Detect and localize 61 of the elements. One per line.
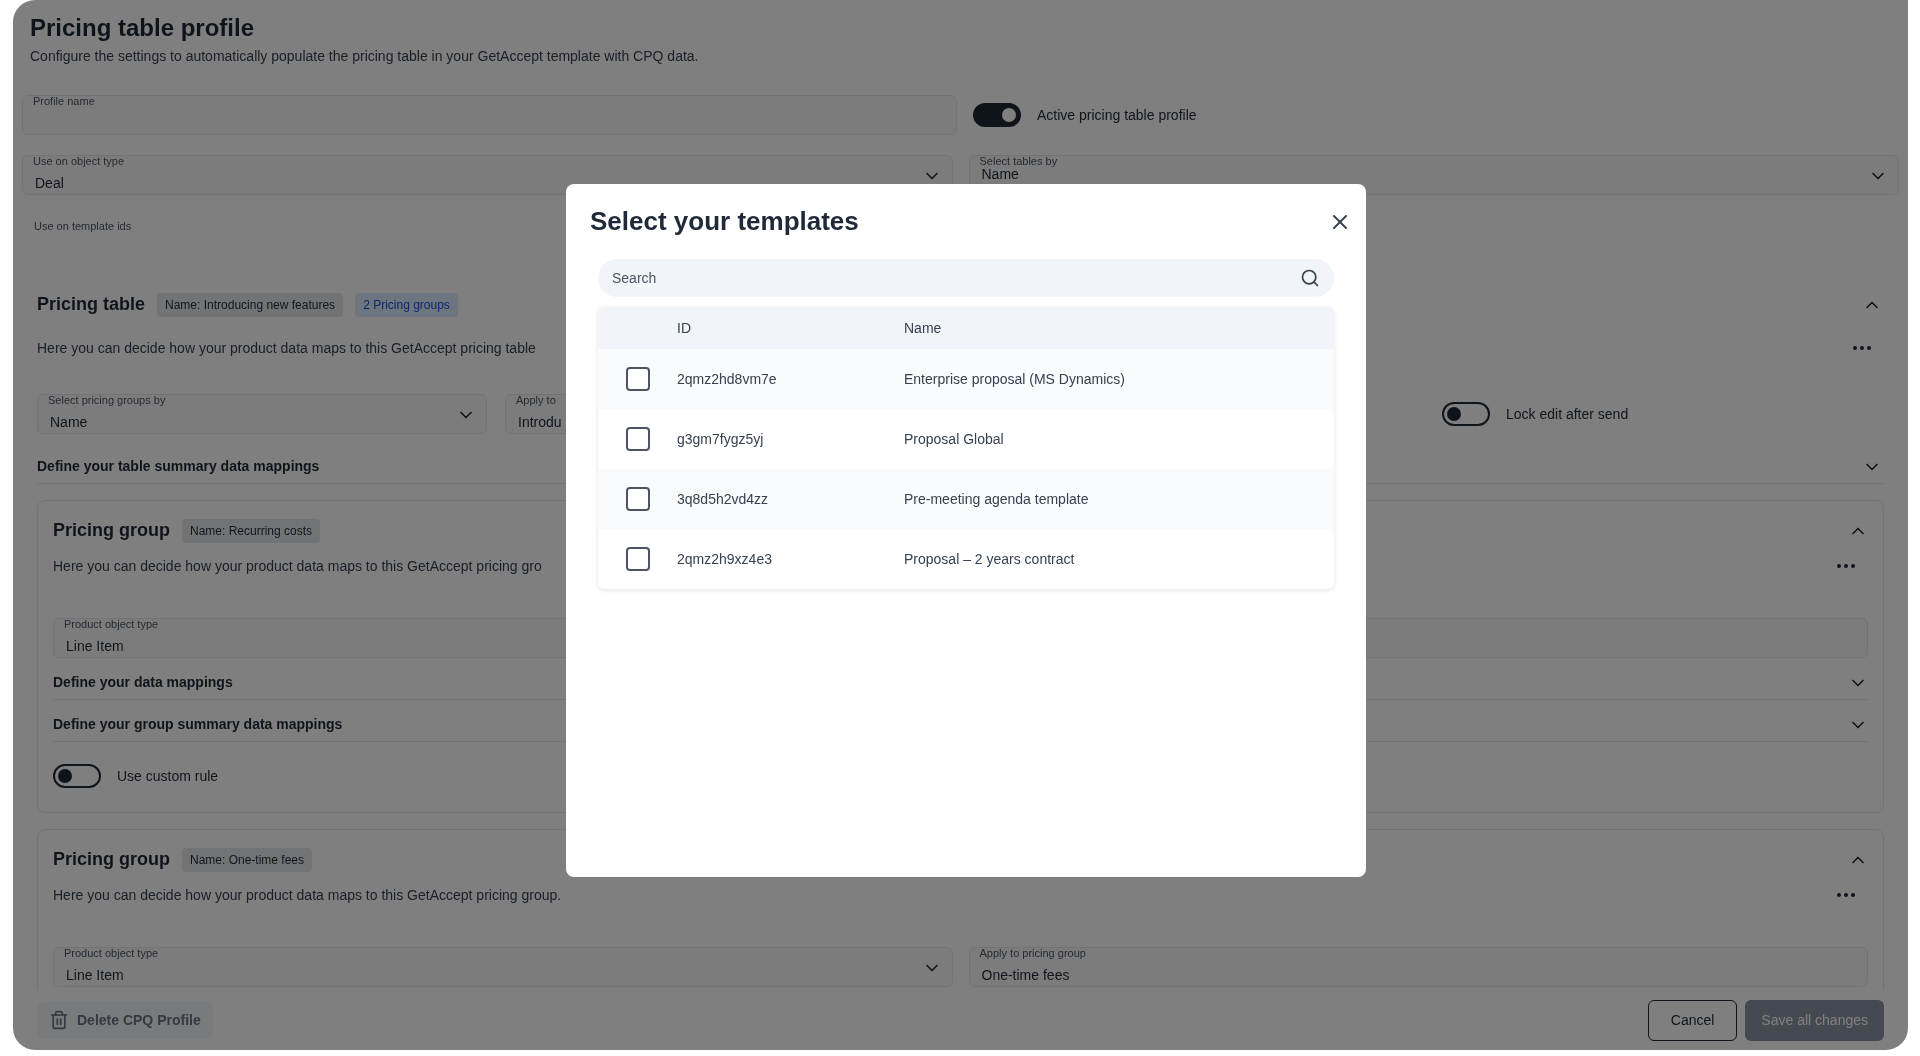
badge: 2 Pricing groups (355, 292, 458, 317)
badge: Name: One-time fees (182, 847, 313, 872)
column-header: ID (677, 318, 692, 338)
toggle-label: Lock edit after send (1506, 404, 1629, 424)
field-value: Introdu (518, 415, 562, 429)
field-value: Name (981, 167, 1019, 181)
field-value: Name (50, 415, 88, 429)
section-header[interactable]: Define your data mappings (53, 672, 233, 693)
section-header[interactable]: Define your group summary data mappings (53, 714, 343, 735)
field-value: Line Item (66, 968, 124, 982)
checkbox[interactable] (625, 367, 650, 391)
toggle-label: Use custom rule (117, 766, 219, 786)
page-title: Pricing table profile (30, 13, 256, 43)
table-cell-text: 2qmz2h9xz4e3 (677, 549, 773, 569)
select-field[interactable]: Select pricing groups by Name (37, 394, 487, 434)
checkbox[interactable] (625, 487, 650, 511)
column-header: Name (904, 318, 942, 338)
table-cell-text: Pre-meeting agenda template (904, 489, 1089, 509)
field-label: Use on template ids (34, 220, 132, 232)
group-description: Here you can decide how your product data maps to this GetAccept pricing gro (53, 556, 542, 576)
group-title: Pricing group (53, 848, 170, 871)
select-field[interactable]: Use on object type Deal (22, 155, 953, 195)
field-label: Select tables by (979, 156, 1058, 167)
table-cell-text: 3q8d5h2vd4zz (677, 489, 770, 509)
badge: Name: Introducing new features (157, 292, 344, 317)
table-cell-text: g3gm7fygz5yj (677, 429, 765, 449)
page-subtitle: Configure the settings to automatically populate the pricing table in your GetAccept template with CPQ data. (30, 47, 700, 66)
search-field[interactable]: Search (598, 259, 1334, 297)
table-cell-text: Proposal Global (904, 429, 1004, 449)
field-label: Profile name (33, 96, 95, 107)
dialog-title: Select your templates (590, 205, 859, 238)
select-field[interactable]: Profile name (22, 95, 957, 135)
section-title: Pricing table (37, 293, 146, 316)
select-field[interactable]: Apply to pricing group One-time fees (968, 947, 1868, 987)
select-field[interactable]: Product object type Line Item (53, 947, 953, 987)
badge: Name: Recurring costs (182, 518, 321, 543)
field-value: Line Item (66, 639, 124, 653)
field-label: Apply to pricing group (979, 948, 1086, 959)
toggle-switch[interactable] (53, 764, 101, 788)
section-description: Here you can decide how your product data maps to this GetAccept pricing table (37, 338, 536, 358)
group-description: Here you can decide how your product data maps to this GetAccept pricing group. (53, 885, 562, 905)
field-label: Apply to (516, 395, 556, 406)
search-icon[interactable] (1300, 268, 1320, 288)
toggle-label: Active pricing table profile (1037, 105, 1197, 125)
group-title: Pricing group (53, 519, 170, 542)
field-label: Use on object type (33, 156, 125, 167)
checkbox[interactable] (625, 427, 650, 451)
checkbox[interactable] (625, 547, 650, 571)
field-value: One-time fees (981, 968, 1070, 982)
cancel-button[interactable]: Cancel (1647, 999, 1738, 1041)
toggle-switch[interactable] (973, 103, 1021, 127)
toggle-switch[interactable] (1442, 402, 1490, 426)
table-cell-text: 2qmz2hd8vm7e (677, 369, 778, 389)
trash-icon (49, 1010, 69, 1030)
field-label: Product object type (64, 948, 159, 959)
field-value: Deal (35, 176, 64, 190)
field-label: Select pricing groups by (48, 395, 166, 406)
section-header[interactable]: Define your table summary data mappings (37, 456, 320, 477)
field-label: Product object type (64, 619, 159, 630)
table-cell-text: Proposal – 2 years contract (904, 549, 1075, 569)
table-cell-text: Enterprise proposal (MS Dynamics) (904, 369, 1125, 389)
